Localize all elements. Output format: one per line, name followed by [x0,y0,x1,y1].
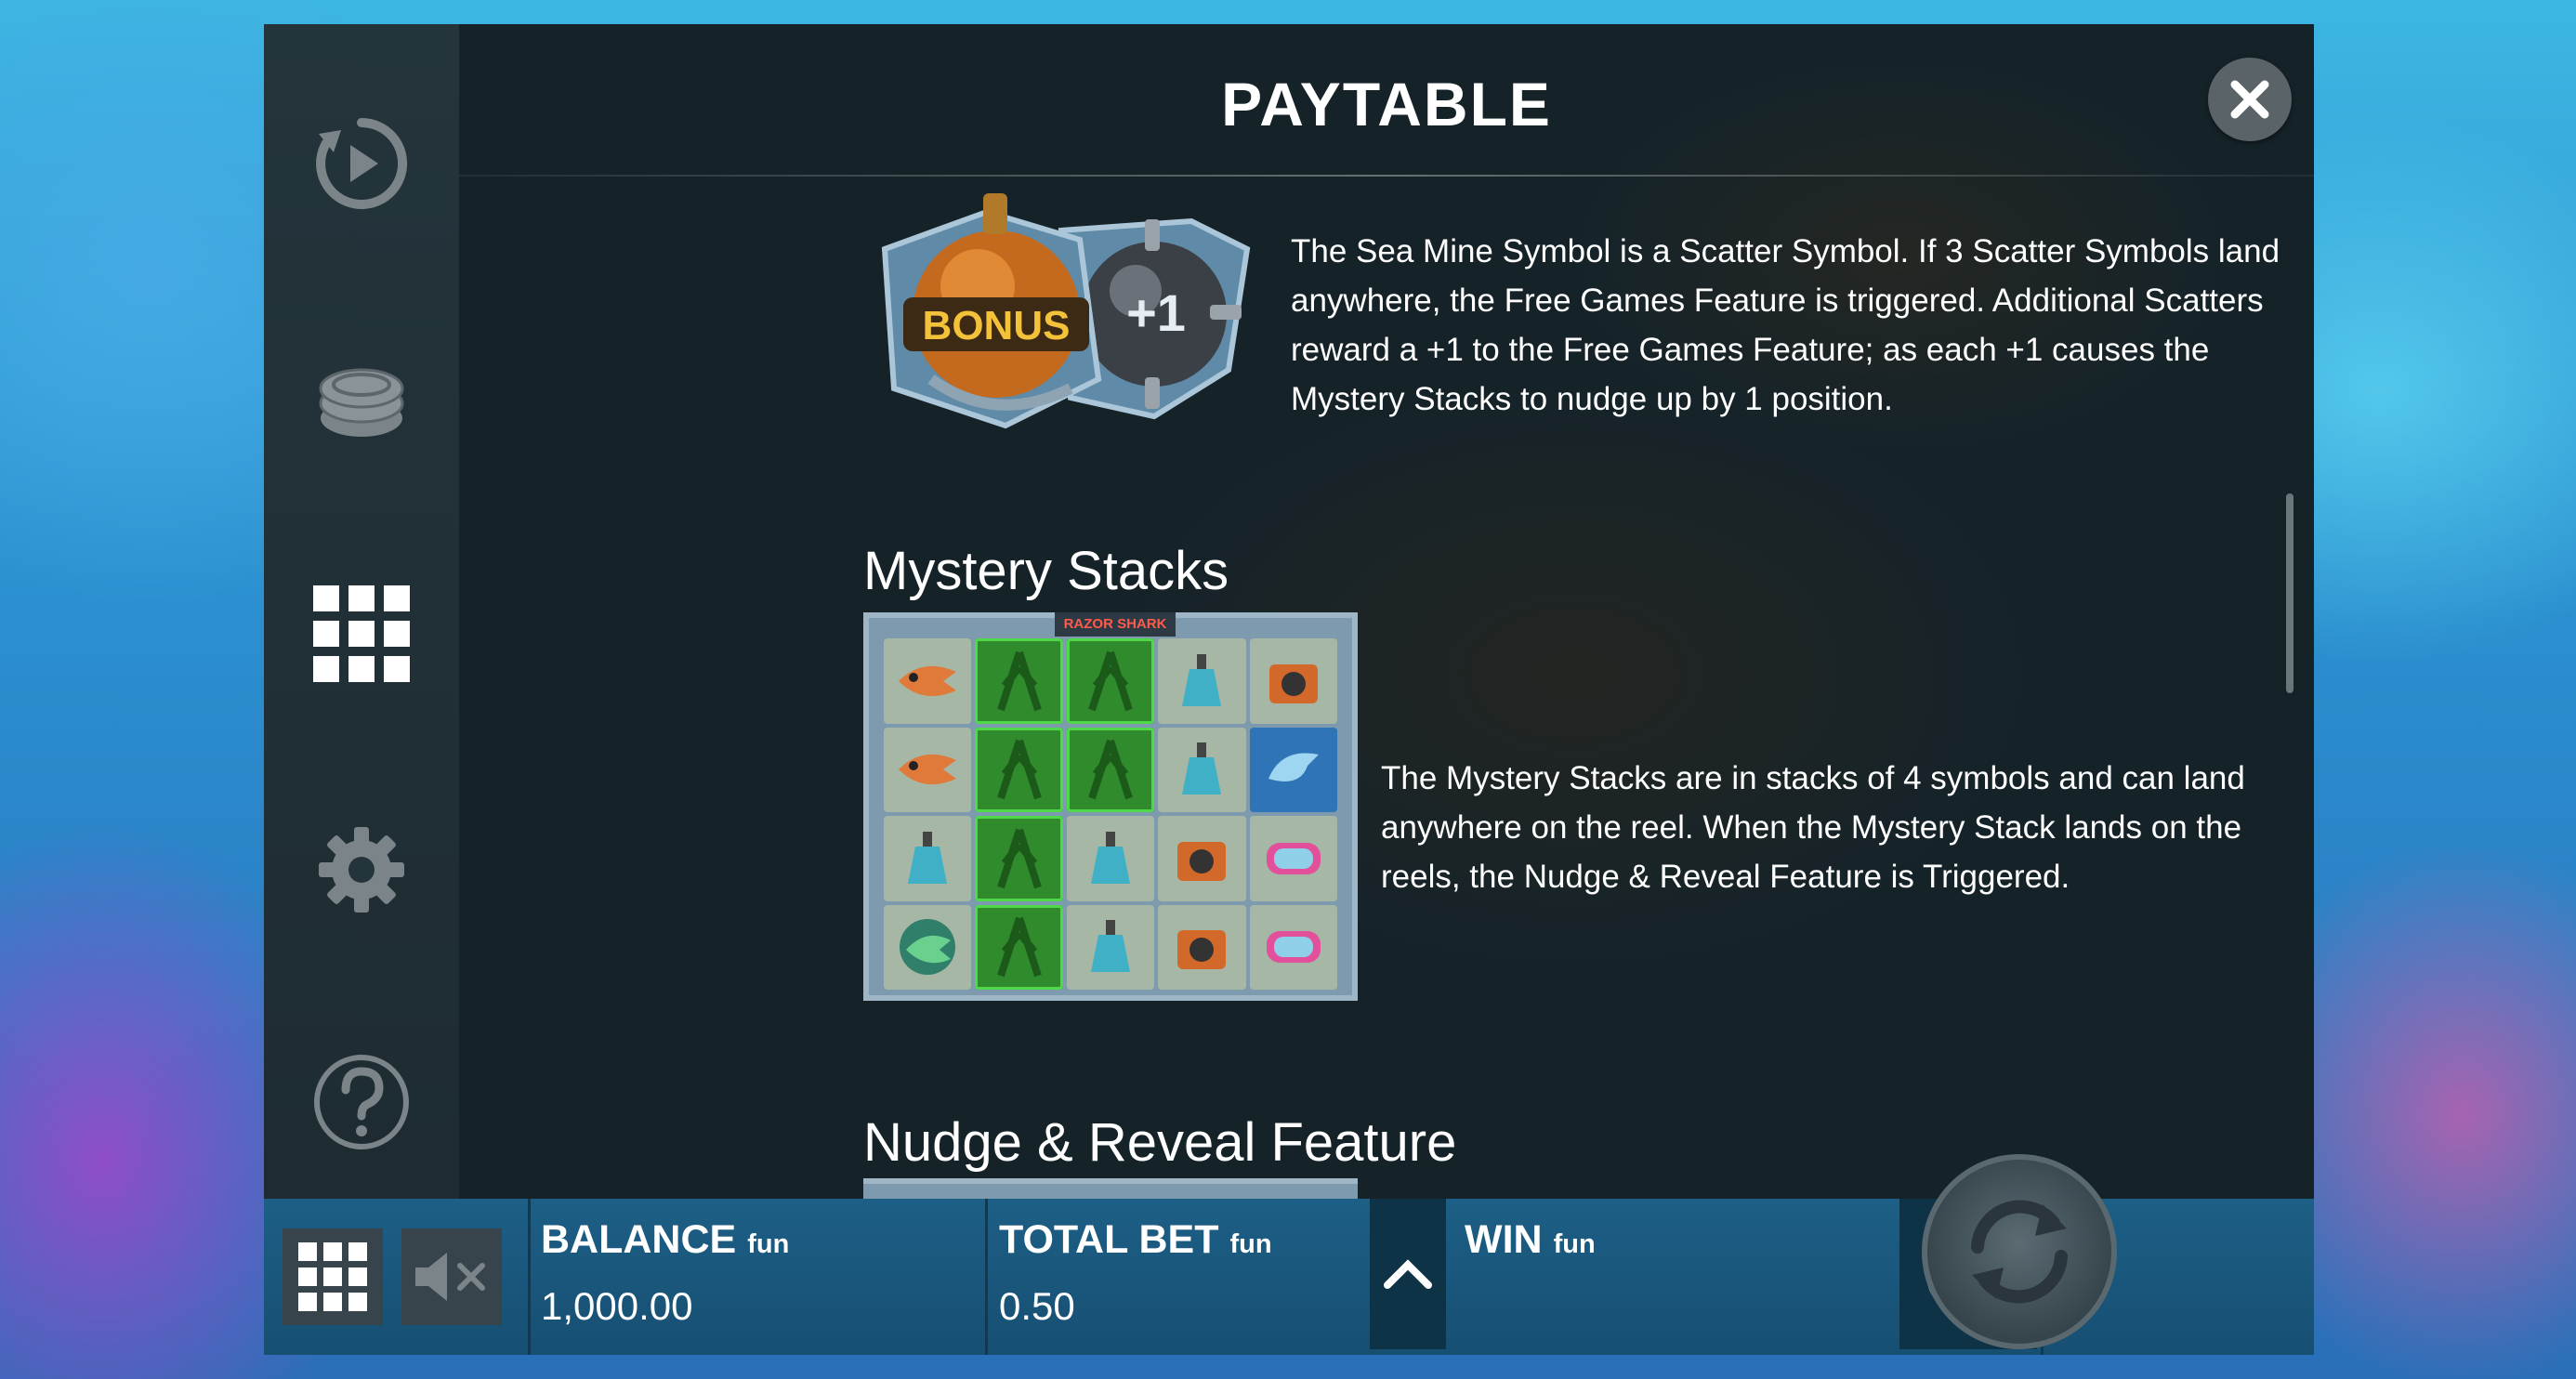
title-divider [459,175,2314,177]
total-bet-label: TOTAL BET fun [999,1217,1272,1262]
mystery-stack-symbol [1066,727,1155,812]
close-icon [2230,80,2269,119]
diving-mask-symbol [1249,904,1337,990]
menu-button[interactable] [283,1228,383,1325]
page-title: PAYTABLE [1221,70,1552,138]
paytable-nav-button[interactable] [306,578,417,690]
grid-icon [298,1242,367,1311]
mystery-stack-symbol [975,816,1063,901]
nudge-reveal-reel-example [863,1178,1358,1199]
bar-divider [528,1199,531,1355]
refresh-arrows-icon [1971,1200,2068,1304]
mystery-stacks-heading: Mystery Stacks [863,541,1229,601]
mystery-stack-symbol [975,727,1063,812]
bonus-badge-text: BONUS [923,303,1071,348]
balance-label: BALANCE fun [541,1217,790,1262]
help-icon [314,1055,409,1149]
mystery-stack-symbol [975,638,1063,724]
shark-symbol [884,727,972,812]
chevron-up-icon [1384,1259,1432,1289]
mystery-stacks-description: The Mystery Stacks are in stacks of 4 sy… [1381,760,2245,895]
autoplay-nav-button[interactable] [306,108,417,219]
bet-up-button[interactable] [1370,1199,1446,1349]
camera-symbol [1158,904,1246,990]
bar-divider [985,1199,988,1355]
total-bet-value: 0.50 [999,1284,1075,1328]
diving-mask-symbol [1249,816,1337,901]
win-label: WIN fun [1465,1217,1596,1262]
scrollbar-thumb[interactable] [2286,493,2293,693]
paytable-content[interactable]: PAYTABLE +1 BONUS The Sea Mine Symbol is… [459,24,2314,1199]
gear-icon [319,827,404,913]
diving-bell-symbol [1158,638,1246,724]
coin-stack-icon [319,368,404,437]
mystery-stack-symbol [1066,638,1155,724]
bet-settings-nav-button[interactable] [306,342,417,453]
settings-nav-button[interactable] [306,814,417,926]
green-shark-symbol [884,904,972,990]
sound-toggle-button[interactable] [401,1228,502,1325]
diving-bell-symbol [1066,816,1155,901]
camera-symbol [1249,638,1337,724]
close-button[interactable] [2208,58,2292,141]
balance-value: 1,000.00 [541,1284,693,1328]
shark-symbol [884,638,972,724]
nudge-reveal-heading: Nudge & Reveal Feature [863,1112,1457,1173]
mystery-stack-symbol [975,904,1063,990]
mystery-stacks-reel-example: RAZOR SHARK [863,612,1358,1001]
help-nav-button[interactable] [306,1046,417,1158]
camera-symbol [1158,816,1246,901]
mute-icon [415,1253,485,1301]
autoplay-icon [316,118,408,209]
game-logo: RAZOR SHARK [1055,612,1176,637]
grid-icon [313,585,410,682]
scatter-description: The Sea Mine Symbol is a Scatter Symbol.… [1291,233,2280,417]
plus-one-badge-text: +1 [1126,283,1186,342]
spin-button[interactable] [1922,1154,2117,1349]
sea-mine-scatter-symbol: +1 BONUS [881,193,1251,429]
sidebar [264,24,459,1199]
diving-bell-symbol [1158,727,1246,812]
diving-bell-symbol [1066,904,1155,990]
diving-bell-symbol [884,816,972,901]
dolphin-symbol [1249,727,1337,812]
